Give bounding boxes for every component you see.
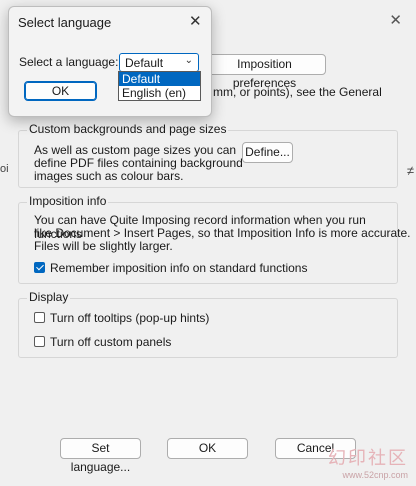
language-prompt: Select a language:	[19, 55, 119, 69]
display-group	[18, 298, 398, 358]
tooltips-checkbox[interactable]	[34, 312, 45, 323]
language-option-english[interactable]: English (en)	[119, 86, 200, 100]
right-edge-fragment: ≠	[406, 163, 414, 178]
define-button[interactable]: Define...	[242, 142, 293, 163]
watermark: 幻印社区 www.52cnp.com	[328, 444, 408, 480]
display-title: Display	[27, 290, 71, 304]
language-dropdown-list: Default English (en)	[118, 71, 201, 101]
custom-backgrounds-text-1: As well as custom page sizes you can	[34, 143, 237, 157]
units-text-fragment: mm, or points), see the General	[213, 85, 382, 99]
dialog-ok-button[interactable]: OK	[24, 81, 97, 101]
imposition-preferences-button[interactable]: Imposition preferences	[203, 54, 326, 90]
custom-backgrounds-text-3: images such as colour bars.	[34, 169, 184, 183]
dialog-title: Select language	[18, 15, 112, 30]
imposition-info-text-2: like Document > Insert Pages, so that Im…	[34, 226, 411, 240]
close-icon[interactable]: ✕	[189, 12, 202, 30]
left-edge-fragment: oi	[0, 163, 9, 175]
custom-backgrounds-text-2: define PDF files containing background	[34, 156, 243, 170]
close-icon[interactable]: ✕	[389, 11, 402, 29]
footer-ok-button[interactable]: OK	[167, 438, 248, 459]
language-select-value: Default	[125, 56, 164, 70]
custom-panels-label[interactable]: Turn off custom panels	[50, 335, 171, 349]
remember-imposition-label[interactable]: Remember imposition info on standard fun…	[50, 261, 307, 275]
chevron-down-icon: ⌄	[184, 55, 193, 66]
custom-panels-checkbox[interactable]	[34, 336, 45, 347]
tooltips-label[interactable]: Turn off tooltips (pop-up hints)	[50, 311, 209, 325]
custom-backgrounds-title: Custom backgrounds and page sizes	[27, 122, 229, 136]
language-option-default[interactable]: Default	[119, 72, 200, 86]
set-language-button[interactable]: Set language...	[60, 438, 141, 474]
remember-imposition-checkbox[interactable]	[34, 262, 45, 273]
watermark-url: www.52cnp.com	[342, 470, 408, 480]
imposition-info-text-3: Files will be slightly larger.	[34, 239, 173, 253]
imposition-info-title: Imposition info	[27, 194, 109, 208]
watermark-text: 幻印社区	[328, 448, 408, 468]
language-select[interactable]: Default ⌄	[119, 53, 199, 72]
